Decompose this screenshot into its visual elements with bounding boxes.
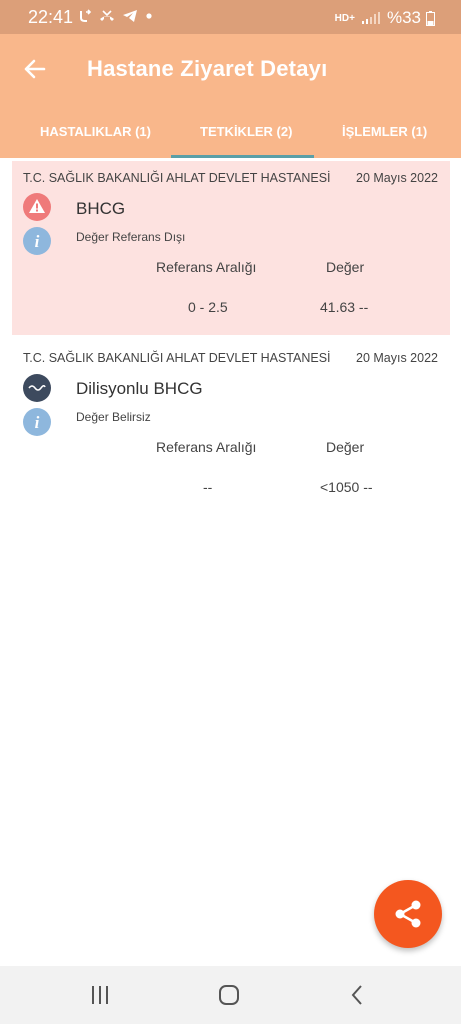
value-header: Değer [326,259,365,275]
missed-call-icon [100,10,114,21]
network-type: HD+ [334,12,355,24]
svg-text:i: i [35,413,40,432]
page-title: Hastane Ziyaret Detayı [87,56,328,81]
tab-islemler[interactable]: İŞLEMLER (1) [342,124,427,139]
system-nav-bar [0,966,461,1024]
test-value: <1050 -- [320,479,373,495]
wave-icon [23,374,51,402]
battery-icon [426,10,435,26]
hospital-name: T.C. SAĞLIK BAKANLIĞI AHLAT DEVLET HASTA… [23,351,331,365]
dot-icon [146,13,152,19]
test-result-card[interactable]: T.C. SAĞLIK BAKANLIĞI AHLAT DEVLET HASTA… [12,161,450,335]
test-value: 41.63 -- [320,299,369,315]
back-arrow-icon[interactable] [20,54,50,84]
info-icon: i [23,227,51,255]
reference-range-value: 0 - 2.5 [188,299,228,315]
test-result-card[interactable]: T.C. SAĞLIK BAKANLIĞI AHLAT DEVLET HASTA… [12,341,450,516]
reference-range-header: Referans Aralığı [156,439,257,455]
battery-level: %33 [386,8,421,27]
tab-tetkikler[interactable]: TETKİKLER (2) [200,124,292,139]
test-name: BHCG [76,199,126,218]
share-button[interactable] [374,880,442,948]
reference-range-header: Referans Aralığı [156,259,257,275]
svg-text:i: i [35,232,40,251]
status-right: HD+ %33 [335,8,435,28]
test-status: Değer Referans Dışı [76,230,186,244]
recent-apps-icon[interactable] [88,983,112,1007]
tab-hastaliklar[interactable]: HASTALIKLAR (1) [40,124,151,139]
hospital-name: T.C. SAĞLIK BAKANLIĞI AHLAT DEVLET HASTA… [23,171,331,185]
test-status: Değer Belirsiz [76,410,151,424]
status-bar: 22:41 HD+ %33 [0,0,461,34]
app-bar: Hastane Ziyaret Detayı HASTALIKLAR (1) T… [0,34,461,158]
status-time: 22:41 [28,7,74,27]
call-forward-icon [80,9,92,22]
warning-icon [23,193,51,221]
test-date: 20 Mayıs 2022 [356,351,438,365]
share-icon [395,900,421,928]
tab-bar: HASTALIKLAR (1) TETKİKLER (2) İŞLEMLER (… [0,114,461,158]
value-header: Değer [326,439,365,455]
back-icon[interactable] [346,983,370,1007]
reference-range-value: -- [203,479,213,495]
test-name: Dilisyonlu BHCG [76,379,203,398]
home-icon[interactable] [217,983,241,1007]
test-date: 20 Mayıs 2022 [356,171,438,185]
active-tab-indicator [171,155,314,158]
signal-icon [361,12,380,24]
status-notification-icons [78,9,153,23]
info-icon: i [23,408,51,436]
telegram-icon [123,10,137,22]
